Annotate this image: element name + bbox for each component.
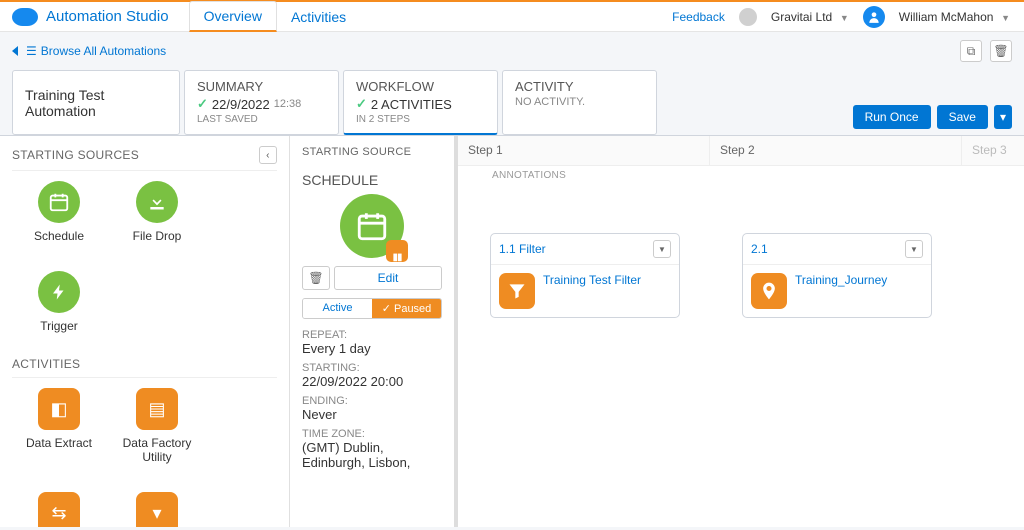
collapse-palette-button[interactable]: ‹ — [259, 146, 277, 164]
summary-time: 12:38 — [274, 98, 302, 110]
bolt-icon — [38, 271, 80, 313]
status-paused[interactable]: ✓ Paused — [372, 299, 441, 318]
step-header-1[interactable]: Step 1 — [458, 136, 710, 165]
step-header-2[interactable]: Step 2 — [710, 136, 962, 165]
workflow-canvas: Step 1 Step 2 Step 3 ANNOTATIONS 1.1 Fil… — [458, 136, 1024, 527]
activities-heading: ACTIVITIES — [0, 347, 289, 377]
copy-icon: ⧉ — [967, 44, 976, 59]
check-icon: ✓ — [197, 96, 208, 112]
header-cards: Training Test Automation SUMMARY ✓ 22/9/… — [0, 70, 1024, 135]
tab-overview[interactable]: Overview — [189, 1, 277, 32]
calendar-icon — [38, 181, 80, 223]
workflow-heading: WORKFLOW — [356, 79, 485, 94]
list-icon: ☰ — [26, 44, 37, 58]
workflow-line: 2 ACTIVITIES — [371, 97, 452, 112]
tile-head-label: 1.1 Filter — [499, 242, 546, 256]
feedback-link[interactable]: Feedback — [672, 10, 725, 24]
funnel-icon: ▾ — [136, 492, 178, 527]
tile-head-label: 2.1 — [751, 242, 768, 256]
label: Trigger — [40, 319, 78, 333]
check-icon: ✓ — [356, 96, 367, 112]
activity-heading: ACTIVITY — [515, 79, 644, 94]
user-menu[interactable]: William McMahon — [899, 10, 994, 24]
breadcrumb-row: ☰ Browse All Automations ⧉ 🗑 — [0, 32, 1024, 70]
delete-schedule-button[interactable]: 🗑 — [302, 266, 330, 290]
source-trigger[interactable]: Trigger — [24, 271, 94, 333]
caret-down-icon: ▼ — [1001, 13, 1010, 23]
activity-filter[interactable]: ▾ Filter — [122, 492, 192, 527]
tile-text: Training Test Filter — [543, 273, 641, 289]
feedback-avatar-icon — [739, 8, 757, 26]
activity-line: NO ACTIVITY. — [515, 96, 644, 108]
summary-date: 22/9/2022 — [212, 97, 270, 112]
label: Data Factory Utility — [123, 436, 192, 464]
breadcrumb-label: Browse All Automations — [41, 44, 166, 58]
ending-value: Never — [302, 407, 442, 422]
tz-value: (GMT) Dublin, Edinburgh, Lisbon, — [302, 440, 442, 470]
caret-down-icon: ▼ — [840, 13, 849, 23]
trash-icon: 🗑 — [308, 271, 323, 285]
pause-badge-icon — [386, 240, 408, 262]
check-icon: ✓ — [382, 303, 394, 315]
activity-file-transfer[interactable]: ⇆ File Transfer — [24, 492, 94, 527]
workflow-sub: IN 2 STEPS — [356, 114, 485, 125]
schedule-panel-title: SCHEDULE — [302, 172, 442, 188]
pin-icon — [751, 273, 787, 309]
tile-text: Training_Journey — [795, 273, 887, 289]
top-bar: Automation Studio Overview Activities Fe… — [0, 2, 1024, 32]
annotations-label: ANNOTATIONS — [458, 166, 1024, 193]
user-avatar-icon — [863, 6, 885, 28]
ending-label: ENDING: — [302, 395, 442, 407]
copy-button[interactable]: ⧉ — [960, 40, 982, 62]
source-file-drop[interactable]: File Drop — [122, 181, 192, 243]
repeat-value: Every 1 day — [302, 341, 442, 356]
label: Data Extract — [26, 436, 92, 450]
delete-button[interactable]: 🗑 — [990, 40, 1012, 62]
activity-tile-2-1[interactable]: 2.1 ▼ Training_Journey — [742, 233, 932, 318]
factory-icon: ▤ — [136, 388, 178, 430]
starting-source-panel: STARTING SOURCE SCHEDULE 🗑 Edit Active ✓… — [290, 136, 458, 527]
source-schedule[interactable]: Schedule — [24, 181, 94, 243]
app-title: Automation Studio — [46, 8, 169, 25]
account-menu[interactable]: Gravitai Ltd — [771, 10, 832, 24]
starting-sources-heading: STARTING SOURCES — [12, 148, 139, 162]
summary-card[interactable]: SUMMARY ✓ 22/9/2022 12:38 LAST SAVED — [184, 70, 339, 135]
activity-data-extract[interactable]: ◧ Data Extract — [24, 388, 94, 464]
trash-icon: 🗑 — [993, 44, 1008, 58]
starting-label: STARTING: — [302, 362, 442, 374]
starting-value: 22/09/2022 20:00 — [302, 374, 442, 389]
run-once-button[interactable]: Run Once — [853, 105, 931, 129]
workflow-card[interactable]: WORKFLOW ✓ 2 ACTIVITIES IN 2 STEPS — [343, 70, 498, 135]
summary-sub: LAST SAVED — [197, 114, 326, 125]
label: File Drop — [133, 229, 182, 243]
tile-dropdown-button[interactable]: ▼ — [905, 240, 923, 258]
schedule-large-icon — [340, 194, 404, 258]
save-dropdown-button[interactable]: ▾ — [994, 105, 1012, 129]
funnel-icon — [499, 273, 535, 309]
cloud-logo — [12, 8, 38, 26]
activity-card[interactable]: ACTIVITY NO ACTIVITY. — [502, 70, 657, 135]
tz-label: TIME ZONE: — [302, 428, 442, 440]
automation-title-card[interactable]: Training Test Automation — [12, 70, 180, 135]
download-icon — [136, 181, 178, 223]
tile-dropdown-button[interactable]: ▼ — [653, 240, 671, 258]
starting-source-column-heading: STARTING SOURCE — [290, 136, 454, 164]
step-header-3[interactable]: Step 3 — [962, 136, 1024, 165]
activity-data-factory-utility[interactable]: ▤ Data Factory Utility — [122, 388, 192, 464]
repeat-label: REPEAT: — [302, 329, 442, 341]
label: Schedule — [34, 229, 84, 243]
chevron-left-icon — [12, 46, 18, 56]
file-move-icon: ⇆ — [38, 492, 80, 527]
tab-activities[interactable]: Activities — [277, 3, 360, 31]
status-toggle[interactable]: Active ✓ Paused — [302, 298, 442, 319]
palette-panel: STARTING SOURCES ‹ Schedule File Drop — [0, 136, 290, 527]
db-icon: ◧ — [38, 388, 80, 430]
summary-heading: SUMMARY — [197, 79, 326, 94]
breadcrumb-link[interactable]: ☰ Browse All Automations — [12, 44, 166, 58]
edit-schedule-button[interactable]: Edit — [334, 266, 442, 290]
activity-tile-1-1[interactable]: 1.1 Filter ▼ Training Test Filter — [490, 233, 680, 318]
save-button[interactable]: Save — [937, 105, 988, 129]
status-active[interactable]: Active — [303, 299, 372, 318]
